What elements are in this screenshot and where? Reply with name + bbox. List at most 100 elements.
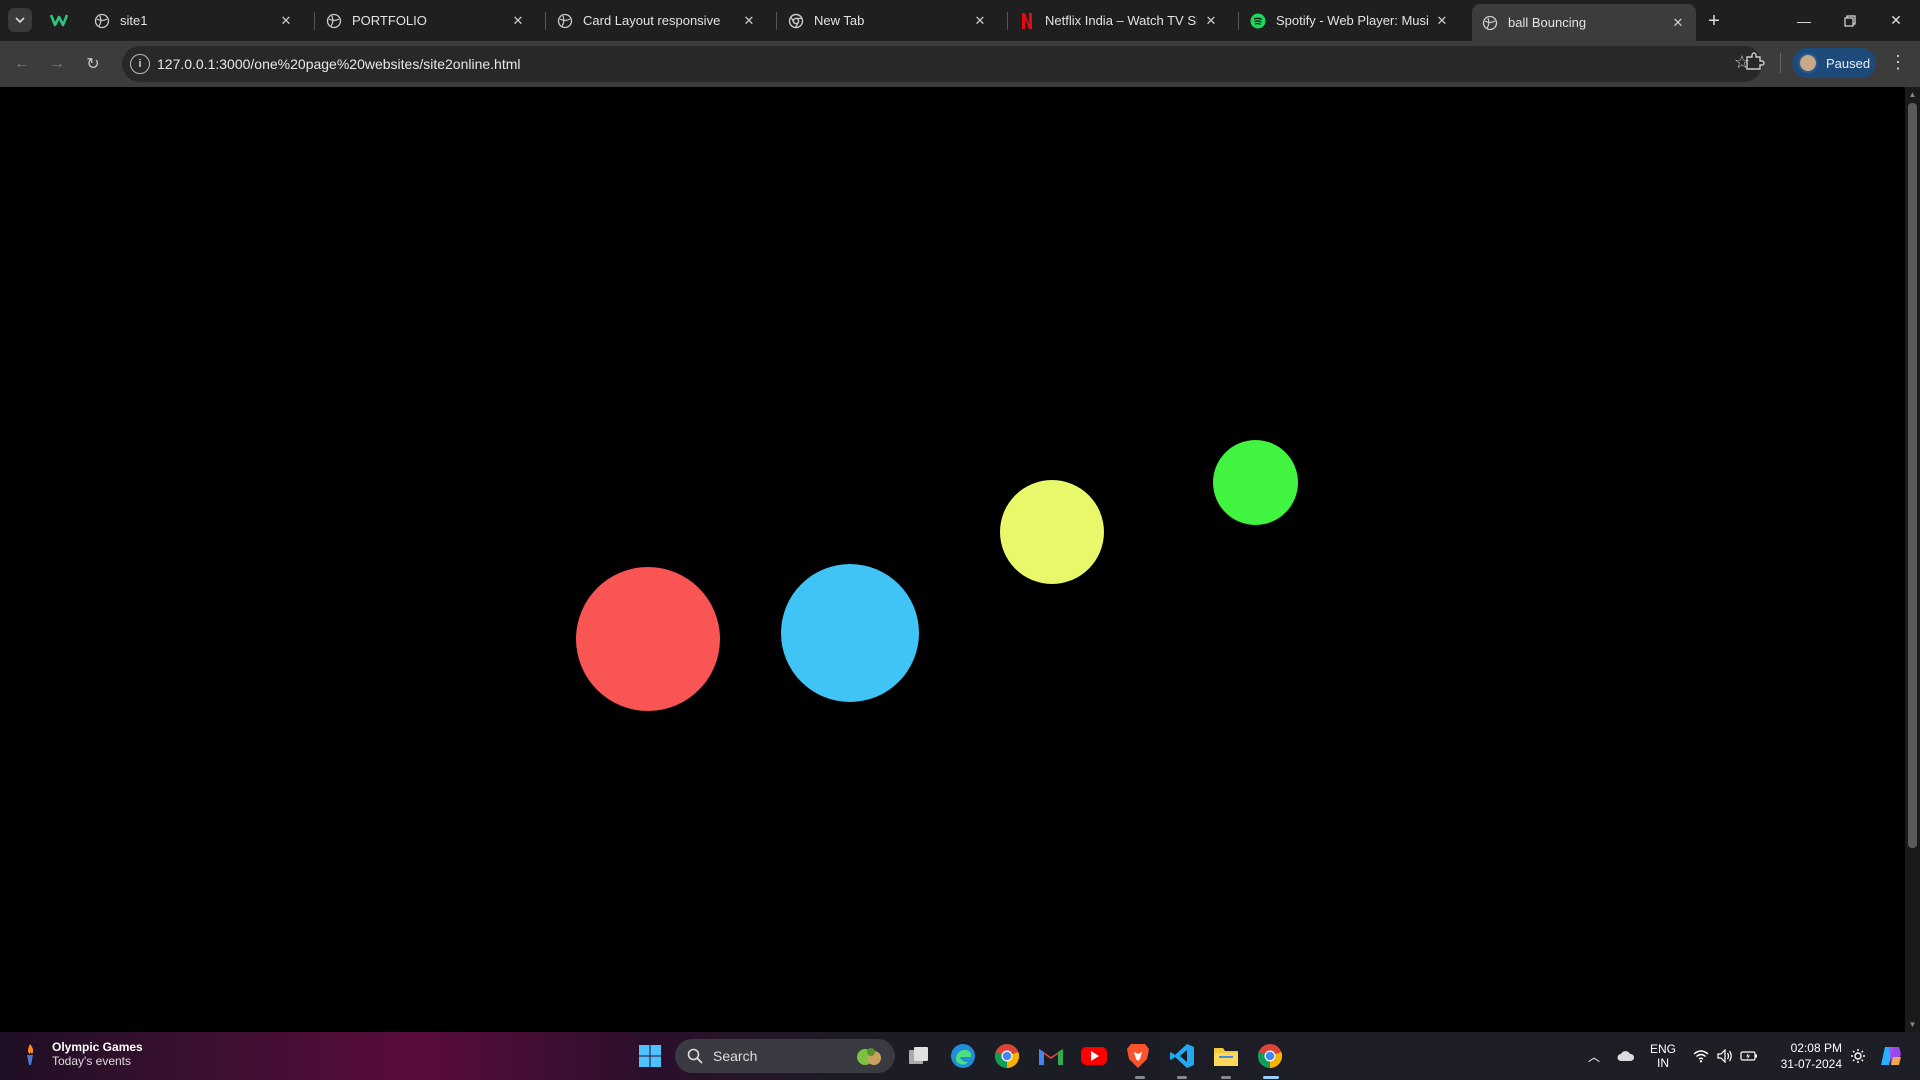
tab-new-tab[interactable]: New Tab ✕: [778, 6, 998, 35]
tab-title: Card Layout responsive: [583, 13, 721, 28]
task-view-button[interactable]: [903, 1040, 935, 1072]
windows-icon: [639, 1045, 661, 1067]
active-indicator: [1263, 1076, 1279, 1079]
tab-spotify[interactable]: Spotify - Web Player: Music fo ✕: [1240, 6, 1460, 35]
restore-icon: [1844, 14, 1856, 27]
back-button[interactable]: ←: [8, 50, 36, 78]
close-icon[interactable]: ✕: [741, 13, 757, 29]
page-viewport: [0, 87, 1905, 1032]
reload-icon: ↻: [86, 56, 100, 73]
globe-icon: [326, 13, 342, 29]
tab-separator: [545, 12, 546, 30]
address-bar[interactable]: i 127.0.0.1:3000/one%20page%20websites/s…: [122, 46, 1762, 82]
chevron-up-icon: ︿: [1587, 1049, 1600, 1064]
tab-search-button[interactable]: [8, 8, 32, 32]
search-highlight-icon: [857, 1048, 881, 1065]
gmail-taskbar-button[interactable]: [1035, 1040, 1067, 1072]
scroll-up-icon[interactable]: ▲: [1908, 90, 1917, 99]
youtube-taskbar-button[interactable]: [1078, 1040, 1110, 1072]
minimize-button[interactable]: —: [1781, 0, 1827, 41]
clock[interactable]: 02:08 PM 31-07-2024: [1766, 1032, 1842, 1080]
edge-taskbar-button[interactable]: [947, 1040, 979, 1072]
onedrive-button[interactable]: [1614, 1032, 1638, 1080]
scroll-down-icon[interactable]: ▼: [1908, 1020, 1917, 1029]
tab-title: New Tab: [814, 13, 865, 28]
blue-ball: [781, 564, 919, 702]
tab-ball-bouncing[interactable]: ball Bouncing ✕: [1472, 4, 1696, 41]
close-icon[interactable]: ✕: [1670, 15, 1686, 31]
brave-taskbar-button[interactable]: [1122, 1040, 1154, 1072]
notifications-button[interactable]: [1846, 1032, 1870, 1080]
start-button[interactable]: [634, 1040, 666, 1072]
globe-icon: [557, 13, 573, 29]
arrow-right-icon: →: [49, 55, 65, 72]
widget-subtitle: Today's events: [52, 1054, 132, 1068]
scroll-thumb[interactable]: [1908, 103, 1917, 848]
menu-button[interactable]: ⋮: [1886, 50, 1910, 74]
running-indicator: [1221, 1076, 1231, 1079]
chrome-taskbar-button[interactable]: [991, 1040, 1023, 1072]
toolbar-divider: [1780, 53, 1781, 73]
copilot-button[interactable]: [1876, 1032, 1906, 1080]
close-icon[interactable]: ✕: [510, 13, 526, 29]
clock-time: 02:08 PM: [1790, 1041, 1842, 1055]
minimize-icon: —: [1797, 12, 1811, 29]
close-icon[interactable]: ✕: [1203, 13, 1219, 29]
close-window-button[interactable]: ✕: [1873, 0, 1919, 41]
tab-separator: [314, 12, 315, 30]
profile-button[interactable]: Paused: [1792, 48, 1876, 78]
plus-icon: +: [1708, 9, 1720, 32]
puzzle-icon: [1746, 52, 1765, 70]
gmail-icon: [1039, 1049, 1063, 1065]
torch-icon: [27, 1044, 34, 1065]
chevron-down-icon: [15, 17, 25, 24]
profile-status: Paused: [1826, 55, 1871, 71]
copilot-icon: [1881, 1047, 1901, 1065]
tab-title: PORTFOLIO: [352, 13, 427, 28]
language-indicator[interactable]: ENG IN: [1648, 1032, 1678, 1080]
taskbar-search[interactable]: Search: [675, 1039, 895, 1073]
url-text[interactable]: 127.0.0.1:3000/one%20page%20websites/sit…: [157, 56, 521, 72]
vscode-taskbar-button[interactable]: [1166, 1040, 1198, 1072]
tab-card-layout[interactable]: Card Layout responsive ✕: [547, 6, 767, 35]
tab-separator: [1238, 12, 1239, 30]
edge-icon: [951, 1044, 975, 1068]
tab-portfolio[interactable]: PORTFOLIO ✕: [316, 6, 536, 35]
file-explorer-taskbar-button[interactable]: [1210, 1040, 1242, 1072]
new-tab-button[interactable]: +: [1701, 8, 1727, 34]
running-indicator: [1177, 1076, 1187, 1079]
kebab-menu-icon: ⋮: [1889, 51, 1907, 72]
volume-button[interactable]: [1714, 1032, 1736, 1080]
vscode-icon: [1170, 1044, 1194, 1068]
arrow-left-icon: ←: [14, 55, 30, 72]
brave-icon: [1127, 1044, 1149, 1068]
forward-button[interactable]: →: [43, 50, 71, 78]
extensions-button[interactable]: [1740, 48, 1768, 76]
tab-site1[interactable]: site1 ✕: [84, 6, 304, 35]
red-ball: [576, 567, 720, 711]
restore-button[interactable]: [1827, 0, 1873, 41]
close-icon[interactable]: ✕: [278, 13, 294, 29]
language-region: IN: [1657, 1056, 1669, 1070]
chrome-icon: [788, 13, 804, 29]
info-icon[interactable]: i: [130, 54, 150, 74]
wifi-button[interactable]: [1690, 1032, 1712, 1080]
widgets-button[interactable]: Olympic Games Today's events: [18, 1040, 143, 1068]
show-hidden-icons-button[interactable]: ︿: [1582, 1032, 1606, 1080]
globe-icon: [1482, 15, 1498, 31]
folder-icon: [1214, 1048, 1238, 1066]
cloud-icon: [1617, 1051, 1635, 1061]
webflow-icon: [50, 14, 68, 27]
widget-title: Olympic Games: [52, 1040, 143, 1054]
chrome-active-taskbar-button[interactable]: [1254, 1040, 1286, 1072]
scrollbar[interactable]: ▲ ▼: [1905, 87, 1920, 1032]
reload-button[interactable]: ↻: [79, 50, 107, 78]
tab-netflix[interactable]: Netflix India – Watch TV Shows ✕: [1009, 6, 1229, 35]
close-icon[interactable]: ✕: [1434, 13, 1450, 29]
tab-title: Netflix India – Watch TV Shows: [1045, 13, 1197, 28]
pinned-tab[interactable]: [46, 8, 72, 32]
battery-button[interactable]: [1738, 1032, 1760, 1080]
wifi-icon: [1693, 1050, 1709, 1063]
close-icon[interactable]: ✕: [972, 13, 988, 29]
clock-date: 31-07-2024: [1780, 1057, 1842, 1071]
